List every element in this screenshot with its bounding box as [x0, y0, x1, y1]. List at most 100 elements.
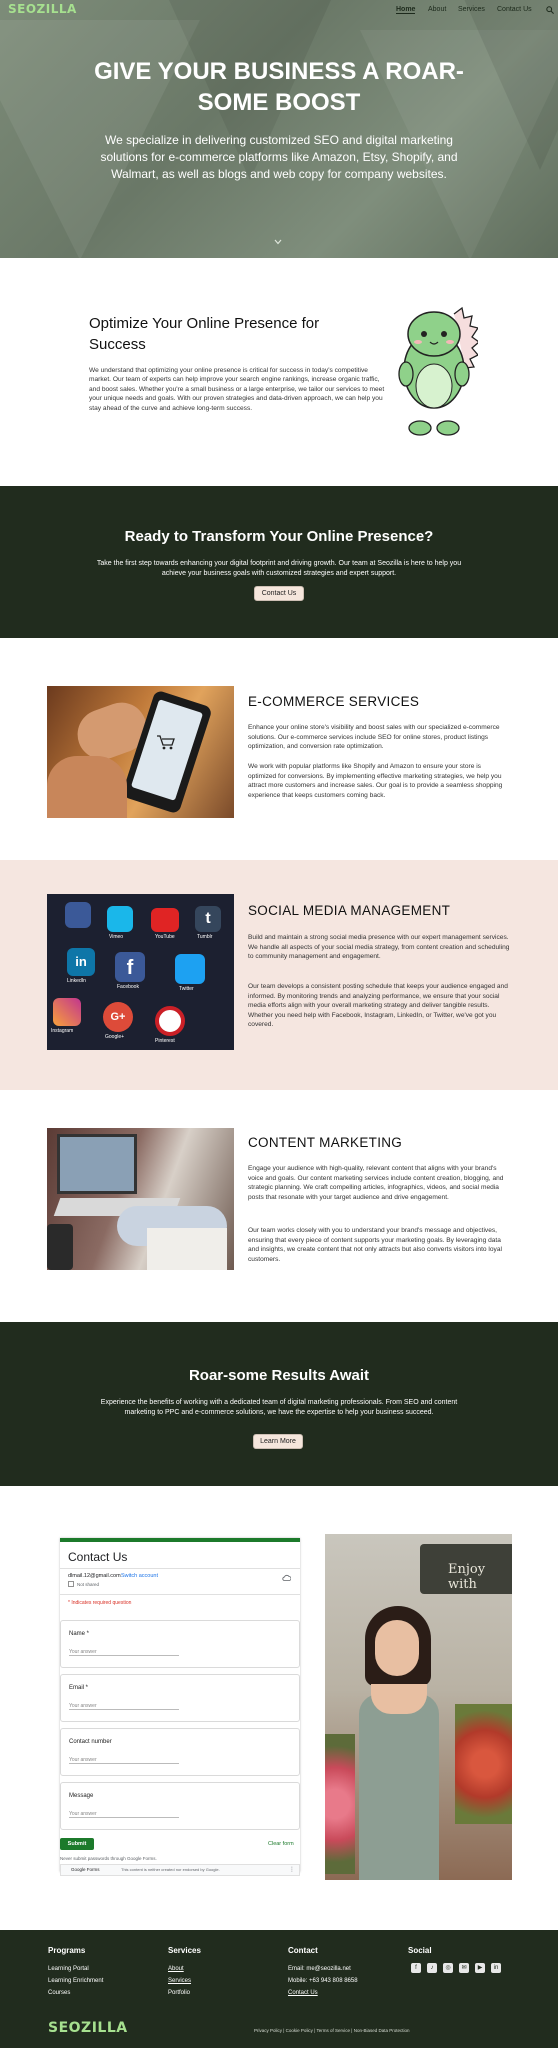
pinterest-app-icon: [155, 1006, 185, 1036]
footer-link-portfolio[interactable]: Portfolio: [168, 1990, 190, 1996]
cloud-icon: [282, 1574, 291, 1581]
nav-contact-us[interactable]: Contact Us: [497, 6, 532, 13]
facebook-icon[interactable]: f: [411, 1963, 421, 1973]
cta-results-title: Roar-some Results Await: [188, 1367, 370, 1384]
footer-link-services[interactable]: Services: [168, 1978, 191, 1984]
optimize-text: We understand that optimizing your onlin…: [89, 367, 385, 412]
instagram-label: Instagram: [51, 1028, 74, 1034]
search-icon[interactable]: [546, 6, 554, 14]
ecommerce-text-1: Enhance your online store's visibility a…: [248, 724, 500, 750]
dinosaur-mascot: [398, 306, 478, 436]
more-icon[interactable]: ⋮: [289, 1866, 295, 1873]
email-input[interactable]: Your answer: [69, 1703, 179, 1710]
content-marketing-text-2: Our team works closely with you to under…: [248, 1227, 502, 1263]
vimeo-label: Vimeo: [109, 934, 124, 940]
tumblr-app-icon: t: [195, 906, 221, 932]
hero-section: SEOZILLA Home About Services Contact Us …: [0, 0, 558, 258]
youtube-icon[interactable]: ▶: [475, 1963, 485, 1973]
tumblr-label: Tumblr: [197, 934, 213, 940]
footer-services-title: Services: [168, 1946, 201, 1955]
not-shared-icon: [68, 1581, 74, 1587]
instagram-icon[interactable]: ◎: [443, 1963, 453, 1973]
ecommerce-title: E-COMMERCE SERVICES: [248, 694, 420, 709]
footer-programs-title: Programs: [48, 1946, 86, 1955]
youtube-app-icon: [151, 908, 179, 932]
google-plus-app-icon: G+: [103, 1002, 133, 1032]
footer-email[interactable]: Email: me@seozilla.net: [288, 1966, 351, 1972]
optimize-title: Optimize Your Online Presence for Succes…: [89, 315, 320, 353]
contact-number-label: Contact number: [69, 1739, 112, 1745]
nav-about[interactable]: About: [428, 6, 446, 13]
vimeo-app-icon: [107, 906, 133, 932]
message-input[interactable]: Your answer: [69, 1811, 179, 1818]
required-note: * Indicates required question: [68, 1600, 132, 1606]
email-field-card: Email * Your answer: [60, 1674, 300, 1722]
nav-home[interactable]: Home: [396, 6, 416, 14]
name-field-card: Name * Your answer: [60, 1620, 300, 1668]
tiktok-icon[interactable]: ♪: [427, 1963, 437, 1973]
youtube-label: YouTube: [155, 934, 175, 940]
social-media-title: SOCIAL MEDIA MANAGEMENT: [248, 903, 451, 918]
chevron-down-icon[interactable]: [273, 237, 283, 247]
form-title: Contact Us: [68, 1550, 128, 1564]
footer-mobile[interactable]: Mobile: +63 943 808 8658: [288, 1978, 358, 1984]
twitter-label: Twitter: [179, 986, 194, 992]
social-media-image: Vimeo YouTube t Tumblr in LinkedIn f Fac…: [47, 894, 234, 1050]
pinterest-label: Pinterest: [155, 1038, 175, 1044]
email-label: Email *: [69, 1685, 89, 1691]
nav-services[interactable]: Services: [458, 6, 485, 13]
contact-number-field-card: Contact number Your answer: [60, 1728, 300, 1776]
hero-title: GIVE YOUR BUSINESS A ROAR-SOME BOOST: [94, 58, 464, 116]
submit-button[interactable]: Submit: [60, 1838, 94, 1850]
mail-icon[interactable]: ✉: [459, 1963, 469, 1973]
instagram-app-icon: [53, 998, 81, 1026]
google-plus-label: Google+: [105, 1034, 125, 1040]
content-marketing-text-1: Engage your audience with high-quality, …: [248, 1165, 504, 1201]
footer-link-learning-enrichment[interactable]: Learning Enrichment: [48, 1978, 103, 1984]
message-label: Message: [69, 1793, 94, 1799]
site-logo[interactable]: SEOZILLA: [8, 2, 77, 16]
google-forms-brand: Google Forms: [71, 1867, 100, 1872]
footer-link-learning-portal[interactable]: Learning Portal: [48, 1966, 89, 1972]
linkedin-label: LinkedIn: [67, 978, 86, 984]
name-input[interactable]: Your answer: [69, 1649, 179, 1656]
cta-transform-title: Ready to Transform Your Online Presence?: [124, 528, 434, 545]
cta-transform-text: Take the first step towards enhancing yo…: [96, 560, 462, 577]
contact-us-button[interactable]: Contact Us: [254, 586, 304, 601]
app-icon: [65, 902, 91, 928]
ecommerce-text-2: We work with popular platforms like Shop…: [248, 763, 503, 799]
facebook-label: Facebook: [117, 984, 139, 990]
cta-results-text: Experience the benefits of working with …: [100, 1399, 458, 1416]
learn-more-button[interactable]: Learn More: [253, 1434, 303, 1449]
switch-account-link[interactable]: Switch account: [121, 1573, 158, 1579]
footer-link-contact-us[interactable]: Contact Us: [288, 1990, 318, 1996]
ecommerce-image: [47, 686, 234, 818]
name-label: Name *: [69, 1631, 90, 1637]
social-media-text-1: Build and maintain a strong social media…: [248, 934, 510, 960]
facebook-app-icon: f: [115, 952, 145, 982]
florist-photo: Enjoy with: [325, 1534, 512, 1880]
shopping-cart-icon: [157, 735, 175, 750]
linkedin-icon[interactable]: in: [491, 1963, 501, 1973]
hero-subtitle: We specialize in delivering customized S…: [100, 133, 458, 181]
footer-contact-title: Contact: [288, 1946, 318, 1955]
social-media-text-2: Our team develops a consistent posting s…: [248, 983, 508, 1028]
footer-link-courses[interactable]: Courses: [48, 1990, 70, 1996]
twitter-app-icon: [175, 954, 205, 984]
footer-logo[interactable]: SEOZILLA: [48, 2020, 128, 2036]
footer-social-title: Social: [408, 1946, 432, 1955]
footer-link-about[interactable]: About: [168, 1966, 184, 1972]
form-disclaimer: This content is neither created nor endo…: [121, 1867, 220, 1872]
footer-legal-links[interactable]: Privacy Policy | Cookie Policy | Terms o…: [254, 2028, 409, 2033]
content-marketing-image: [47, 1128, 234, 1270]
message-field-card: Message Your answer: [60, 1782, 300, 1830]
top-navigation: SEOZILLA Home About Services Contact Us: [0, 0, 558, 20]
form-warning: Never submit passwords through Google Fo…: [60, 1856, 157, 1861]
contact-number-input[interactable]: Your answer: [69, 1757, 179, 1764]
form-footer-bar: Google Forms This content is neither cre…: [60, 1864, 300, 1876]
form-account: dlmail.12@gmail.com: [68, 1573, 121, 1579]
shop-sign-text: Enjoy with: [448, 1562, 486, 1592]
contact-form: Contact Us dlmail.12@gmail.com Switch ac…: [60, 1538, 300, 1876]
clear-form-button[interactable]: Clear form: [268, 1841, 294, 1847]
not-shared-label: Not shared: [77, 1582, 100, 1587]
